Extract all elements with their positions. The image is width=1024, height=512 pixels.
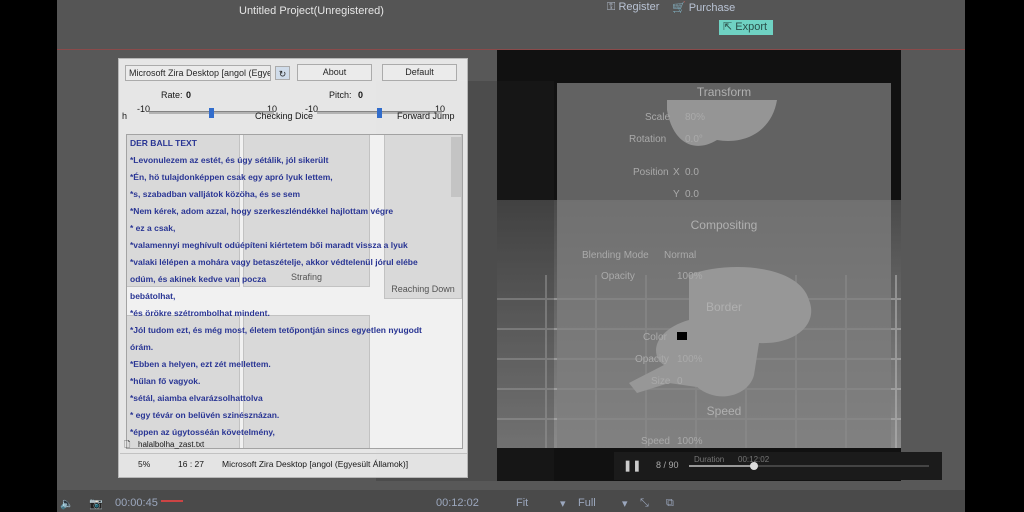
status-percent: 5%: [138, 459, 151, 469]
text-line: *éppen az úgytosséán követelmény,: [130, 427, 275, 437]
border-opacity-label: Opacity: [635, 354, 669, 365]
window-title: Untitled Project(Unregistered): [239, 5, 384, 17]
transform-title: Transform: [696, 85, 752, 99]
export-icon: ⇱: [723, 21, 736, 33]
text-line: *valaki lélépen a mohára vagy betaszétel…: [130, 257, 418, 267]
text-line: *s, szabadban valljátok közöha, és se se…: [130, 189, 301, 199]
player-controls: ❚❚ 8 / 90 Duration 00:12:02: [614, 452, 942, 480]
speech-text-area[interactable]: Strafing Reaching Down DER BALL TEXT *Lev…: [126, 134, 463, 449]
opacity-value[interactable]: 100%: [677, 271, 703, 282]
text-line: odúm, és akinek kedve van pocza: [130, 274, 267, 284]
transform-panel: Transform Scale 80% Rotation 0.0° Positi…: [557, 83, 891, 448]
playback-fill: [689, 465, 754, 467]
position-label: Position: [633, 167, 669, 178]
text-line: *Levonulezem az estét, és úgy sétálik, j…: [130, 155, 329, 165]
border-color-swatch[interactable]: [677, 332, 687, 340]
default-button[interactable]: Default: [382, 64, 457, 81]
clip-label-checking: Checking Dice: [255, 111, 314, 121]
blending-mode-select[interactable]: Normal: [664, 250, 696, 261]
frame-counter: 8 / 90: [656, 460, 679, 470]
current-time: 00:00:45: [115, 497, 158, 509]
text-line: *hűlan fő vagyok.: [130, 376, 201, 386]
speed-label: Speed: [641, 436, 670, 447]
full-select[interactable]: Full: [578, 497, 596, 509]
speed-value[interactable]: 100%: [677, 436, 703, 447]
full-chevron-down-icon[interactable]: ▾: [622, 497, 628, 510]
text-line: *és örökre szétrombolhat mindent.: [130, 308, 270, 318]
text-line: * ez a csak,: [130, 223, 176, 233]
purchase-label: Purchase: [688, 2, 736, 14]
export-label: Export: [735, 21, 768, 33]
text-scrollbar[interactable]: [451, 137, 461, 197]
clip-label-forward: Forward Jump: [397, 111, 455, 121]
fit-select[interactable]: Fit: [516, 497, 528, 509]
blending-mode-label: Blending Mode: [582, 250, 649, 261]
position-x-label: X: [673, 167, 680, 178]
position-bar[interactable]: [161, 500, 183, 502]
register-label: Register: [618, 1, 660, 13]
cart-icon: 🛒: [672, 2, 689, 14]
rotation-label: Rotation: [629, 134, 667, 145]
border-title: Border: [705, 300, 743, 314]
voice-select[interactable]: Microsoft Zira Desktop [angol (Egyes: [125, 65, 271, 81]
tts-window: Microsoft Zira Desktop [angol (Egyes ↻ A…: [118, 58, 468, 478]
file-name: halalbolha_zast.txt: [138, 440, 205, 449]
title-bar: Untitled Project(Unregistered) ⚿ Registe…: [57, 0, 965, 50]
compositing-title: Compositing: [690, 218, 758, 232]
pitch-slider-thumb[interactable]: [377, 108, 382, 118]
export-button[interactable]: ⇱ Export: [719, 20, 773, 35]
text-line: *valamennyi meghívult odúépíteni kiértet…: [130, 240, 408, 250]
fit-chevron-down-icon[interactable]: ▾: [560, 497, 566, 510]
text-line: órám.: [130, 342, 154, 352]
rate-slider-thumb[interactable]: [209, 108, 214, 118]
playback-scrubber[interactable]: [749, 462, 758, 470]
refresh-icon[interactable]: ↻: [275, 66, 290, 80]
volume-icon[interactable]: 🔈: [60, 497, 74, 510]
text-line: bebátolhat,: [130, 291, 176, 301]
text-line: *Nem kérek, adom azzal, hogy szerkeszlén…: [130, 206, 394, 216]
speed-title: Speed: [706, 404, 742, 418]
register-link[interactable]: ⚿ Register: [607, 1, 659, 14]
total-time: 00:12:02: [436, 497, 479, 509]
purchase-link[interactable]: 🛒 Purchase: [672, 1, 735, 14]
status-position: 16 : 27: [178, 459, 204, 469]
position-y-value[interactable]: 0.0: [685, 189, 699, 200]
text-heading: DER BALL TEXT: [130, 138, 197, 148]
status-bar: 🗋 halalbolha_zast.txt 5% 16 : 27 Microso…: [120, 440, 467, 477]
position-y-label: Y: [673, 189, 680, 200]
text-line: *Én, hö tulajdonképpen csak egy apró lyu…: [130, 172, 333, 182]
fullscreen-icon[interactable]: ⤡: [640, 497, 649, 510]
pitch-value: 0: [358, 90, 364, 100]
clip-label-h: h: [122, 111, 128, 121]
position-x-value[interactable]: 0.0: [685, 167, 699, 178]
text-line: *Jól tudom ezt, és még most, életem tető…: [130, 325, 422, 335]
rotation-value[interactable]: 0.0°: [685, 134, 703, 145]
snapshot-icon[interactable]: 📷: [89, 497, 103, 510]
crop-icon[interactable]: ⧉: [666, 497, 674, 510]
border-color-label: Color: [643, 332, 667, 343]
text-line: * egy tévár on belüvén szinésznázan.: [130, 410, 280, 420]
opacity-label: Opacity: [601, 271, 635, 282]
border-size-label: Size: [651, 376, 671, 387]
playback-track[interactable]: [689, 462, 929, 470]
text-line: *Ebben a helyen, ezt zét mellettem.: [130, 359, 271, 369]
pitch-label: Pitch:: [329, 90, 352, 100]
scale-value[interactable]: 80%: [685, 112, 705, 123]
duration-label: Duration: [694, 455, 725, 464]
text-line: *sétál, aiamba elvarázsolhattolva: [130, 393, 263, 403]
rate-label: Rate:: [161, 90, 183, 100]
timeline-bar: 🔈 📷 00:00:45 00:12:02 Fit ▾ Full ▾ ⤡ ⧉: [57, 490, 965, 512]
border-size-value[interactable]: 0: [677, 376, 683, 387]
scale-label: Scale: [645, 112, 671, 123]
file-icon: 🗋: [124, 440, 131, 449]
status-voice: Microsoft Zira Desktop [angol (Egyesült …: [222, 459, 409, 469]
pause-icon[interactable]: ❚❚: [623, 459, 641, 472]
rate-value: 0: [186, 90, 192, 100]
about-button[interactable]: About: [297, 64, 372, 81]
key-icon: ⚿: [607, 1, 619, 13]
border-opacity-value[interactable]: 100%: [677, 354, 703, 365]
